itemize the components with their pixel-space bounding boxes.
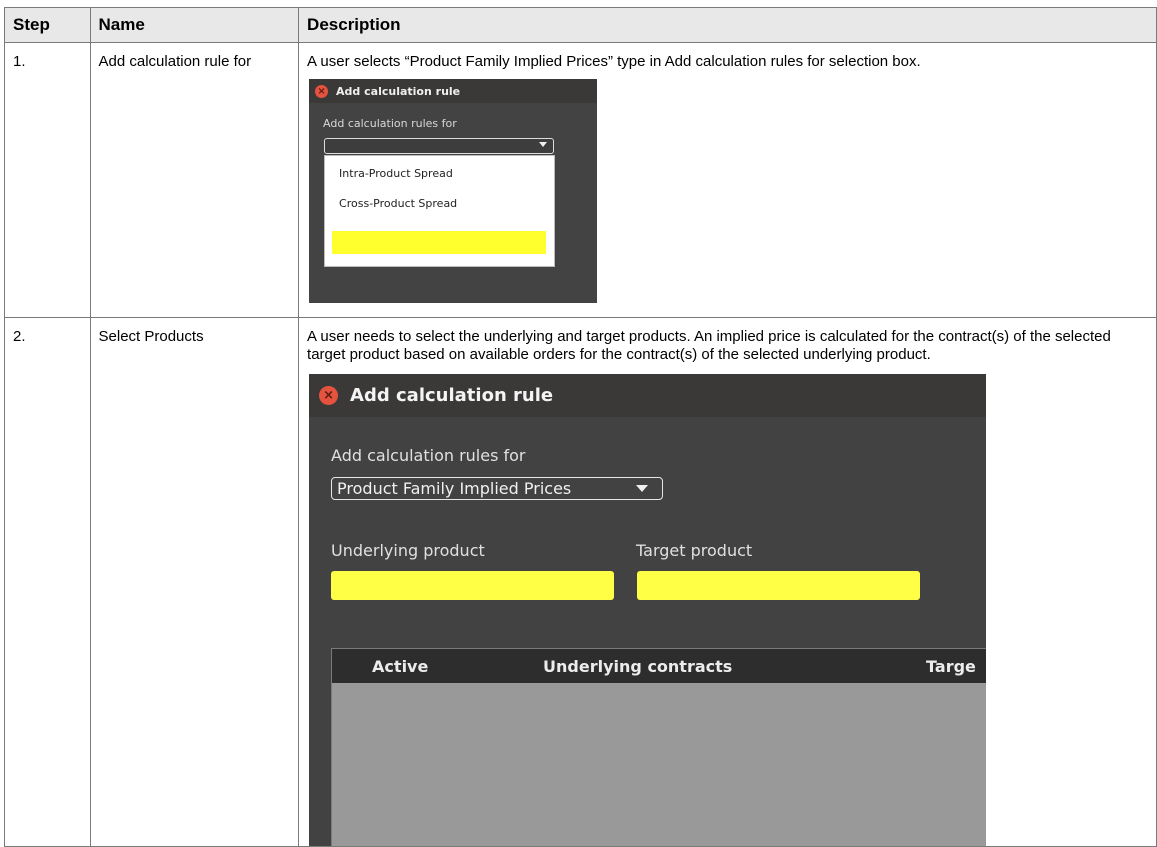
underlying-product-label: Underlying product [331,541,485,560]
header-row: Step Name Description [4,7,1157,43]
close-icon[interactable]: × [315,84,329,98]
add-calculation-rule-dialog-small: × Add calculation rule Add calculation r… [309,79,598,303]
header-step: Step [4,7,91,43]
chevron-down-icon[interactable] [636,485,649,492]
table-row: 1. Add calculation rule for A user selec… [4,42,1157,318]
column-active[interactable]: Active [372,657,428,676]
underlying-product-field[interactable] [331,571,615,600]
rule-type-label: Add calculation rules for [323,117,457,130]
header-description: Description [298,7,1157,43]
rule-type-dropdown: Intra-Product Spread Cross-Product Sprea… [324,155,556,267]
dialog-title: Add calculation rule [336,84,461,98]
contracts-table-header: Active Underlying contracts Targe [332,649,987,683]
add-calculation-rule-dialog-large: × Add calculation rule Add calculation r… [309,374,987,846]
step-description: A user selects “Product Family Implied P… [307,53,921,70]
step-description: A user needs to select the underlying an… [307,328,1111,363]
step-number: 1. [13,53,26,70]
close-icon[interactable]: × [319,386,339,405]
option-highlighted[interactable] [332,231,547,254]
table-row: 2. Select Products A user needs to selec… [4,317,1157,847]
target-product-field[interactable] [637,571,921,600]
column-target-contracts[interactable]: Targe [926,657,976,676]
column-underlying-contracts[interactable]: Underlying contracts [543,657,732,676]
dialog-title: Add calculation rule [350,385,554,406]
dialog-titlebar: × Add calculation rule [309,79,598,103]
target-product-label: Target product [636,541,753,560]
rule-type-label: Add calculation rules for [331,446,526,465]
rule-type-select[interactable] [324,138,555,154]
steps-table: Step Name Description 1. Add calculation… [4,7,1157,847]
step-name: Select Products [98,328,204,345]
chevron-down-icon[interactable] [539,142,548,147]
step-number: 2. [13,328,26,345]
rule-type-select[interactable]: Product Family Implied Prices [331,477,664,500]
rule-type-value: Product Family Implied Prices [337,479,572,498]
option-intra-product-spread[interactable]: Intra-Product Spread [339,167,453,180]
dialog-titlebar: × Add calculation rule [309,374,987,417]
contracts-table: Active Underlying contracts Targe [331,648,987,846]
option-cross-product-spread[interactable]: Cross-Product Spread [339,197,457,210]
header-name: Name [89,7,300,43]
step-name: Add calculation rule for [98,53,252,70]
